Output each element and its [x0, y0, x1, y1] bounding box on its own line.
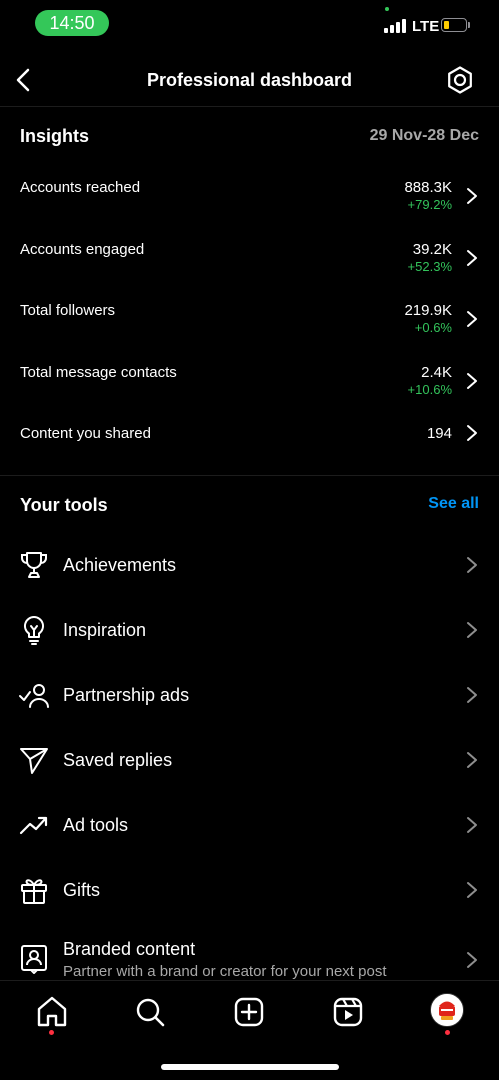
status-bar: 14:50 LTE: [0, 0, 499, 50]
trending-up-icon: [19, 816, 48, 835]
home-icon[interactable]: [32, 992, 72, 1032]
create-post-icon[interactable]: [229, 992, 269, 1032]
reels-icon[interactable]: [328, 992, 368, 1032]
chevron-right-icon: [467, 250, 477, 266]
battery-icon: [441, 18, 470, 32]
search-icon[interactable]: [130, 992, 170, 1032]
metric-value: 2.4K: [421, 364, 452, 381]
chevron-right-icon: [467, 373, 477, 389]
chevron-right-icon: [467, 425, 477, 441]
metric-label: Content you shared: [20, 425, 151, 442]
profile-avatar[interactable]: [430, 993, 464, 1027]
chevron-right-icon: [467, 952, 477, 968]
home-indicator: [161, 1064, 339, 1070]
gift-icon: [21, 879, 47, 904]
notification-dot: [49, 1030, 54, 1035]
tool-label: Ad tools: [63, 815, 129, 835]
nav-divider: [0, 980, 499, 981]
metric-change: +0.6%: [414, 320, 452, 335]
lightbulb-icon: [23, 615, 45, 645]
avatar-logo-icon: [431, 994, 463, 1026]
see-all-link[interactable]: See all: [428, 495, 479, 513]
trophy-icon: [20, 552, 48, 578]
metric-value: 888.3K: [404, 179, 452, 196]
metric-row-accounts-reached[interactable]: Accounts reached 888.3K +79.2%: [0, 179, 499, 227]
section-divider: [0, 475, 499, 476]
page-title: Professional dashboard: [146, 70, 353, 90]
paper-plane-icon: [20, 748, 48, 774]
branded-content-icon: [21, 945, 47, 974]
metric-row-total-followers[interactable]: Total followers 219.9K +0.6%: [0, 302, 499, 350]
partnership-icon: [19, 684, 49, 708]
metric-change: +79.2%: [407, 197, 452, 212]
metric-row-message-contacts[interactable]: Total message contacts 2.4K +10.6%: [0, 364, 499, 412]
tool-inspiration[interactable]: Inspiration: [0, 600, 499, 660]
chevron-right-icon: [467, 557, 477, 573]
tool-ad-tools[interactable]: Ad tools: [0, 795, 499, 855]
network-label: LTE: [412, 18, 440, 35]
signal-icon: [384, 19, 408, 33]
chevron-right-icon: [467, 188, 477, 204]
tool-label: Achievements: [63, 555, 177, 575]
tool-label: Partnership ads: [63, 685, 190, 705]
tool-saved-replies[interactable]: Saved replies: [0, 730, 499, 790]
chevron-right-icon: [467, 311, 477, 327]
tool-achievements[interactable]: Achievements: [0, 535, 499, 595]
notification-dot: [445, 1030, 450, 1035]
metric-label: Total followers: [20, 302, 116, 319]
tool-label: Saved replies: [63, 750, 173, 770]
chevron-right-icon: [467, 622, 477, 638]
insights-date-range[interactable]: 29 Nov-28 Dec: [370, 127, 479, 145]
metric-change: +10.6%: [407, 382, 452, 397]
tool-label: Branded content: [63, 939, 196, 959]
chevron-right-icon: [467, 882, 477, 898]
chevron-right-icon: [467, 752, 477, 768]
chevron-right-icon: [467, 687, 477, 703]
camera-indicator-dot: [385, 7, 389, 11]
metric-row-content-shared[interactable]: Content you shared 194: [0, 425, 499, 473]
metric-label: Accounts engaged: [20, 241, 145, 258]
tool-label: Gifts: [63, 880, 101, 900]
tools-heading: Your tools: [20, 495, 108, 515]
tool-subtitle: Partner with a brand or creator for your…: [63, 963, 387, 980]
chevron-right-icon: [467, 817, 477, 833]
metric-label: Accounts reached: [20, 179, 141, 196]
metric-label: Total message contacts: [20, 364, 177, 381]
metric-change: +52.3%: [407, 259, 452, 274]
header: Professional dashboard: [0, 54, 499, 106]
settings-gear-icon[interactable]: [445, 65, 475, 95]
tool-partnership-ads[interactable]: Partnership ads: [0, 665, 499, 725]
status-time: 14:50: [35, 10, 109, 36]
insights-heading: Insights: [20, 126, 90, 146]
header-divider: [0, 106, 499, 107]
metric-value: 39.2K: [412, 241, 452, 258]
tool-gifts[interactable]: Gifts: [0, 860, 499, 920]
metric-value: 194: [426, 425, 452, 442]
tool-label: Inspiration: [63, 620, 147, 640]
tool-branded-content[interactable]: Branded content Partner with a brand or …: [0, 925, 499, 980]
metric-value: 219.9K: [404, 302, 452, 319]
metric-row-accounts-engaged[interactable]: Accounts engaged 39.2K +52.3%: [0, 241, 499, 289]
